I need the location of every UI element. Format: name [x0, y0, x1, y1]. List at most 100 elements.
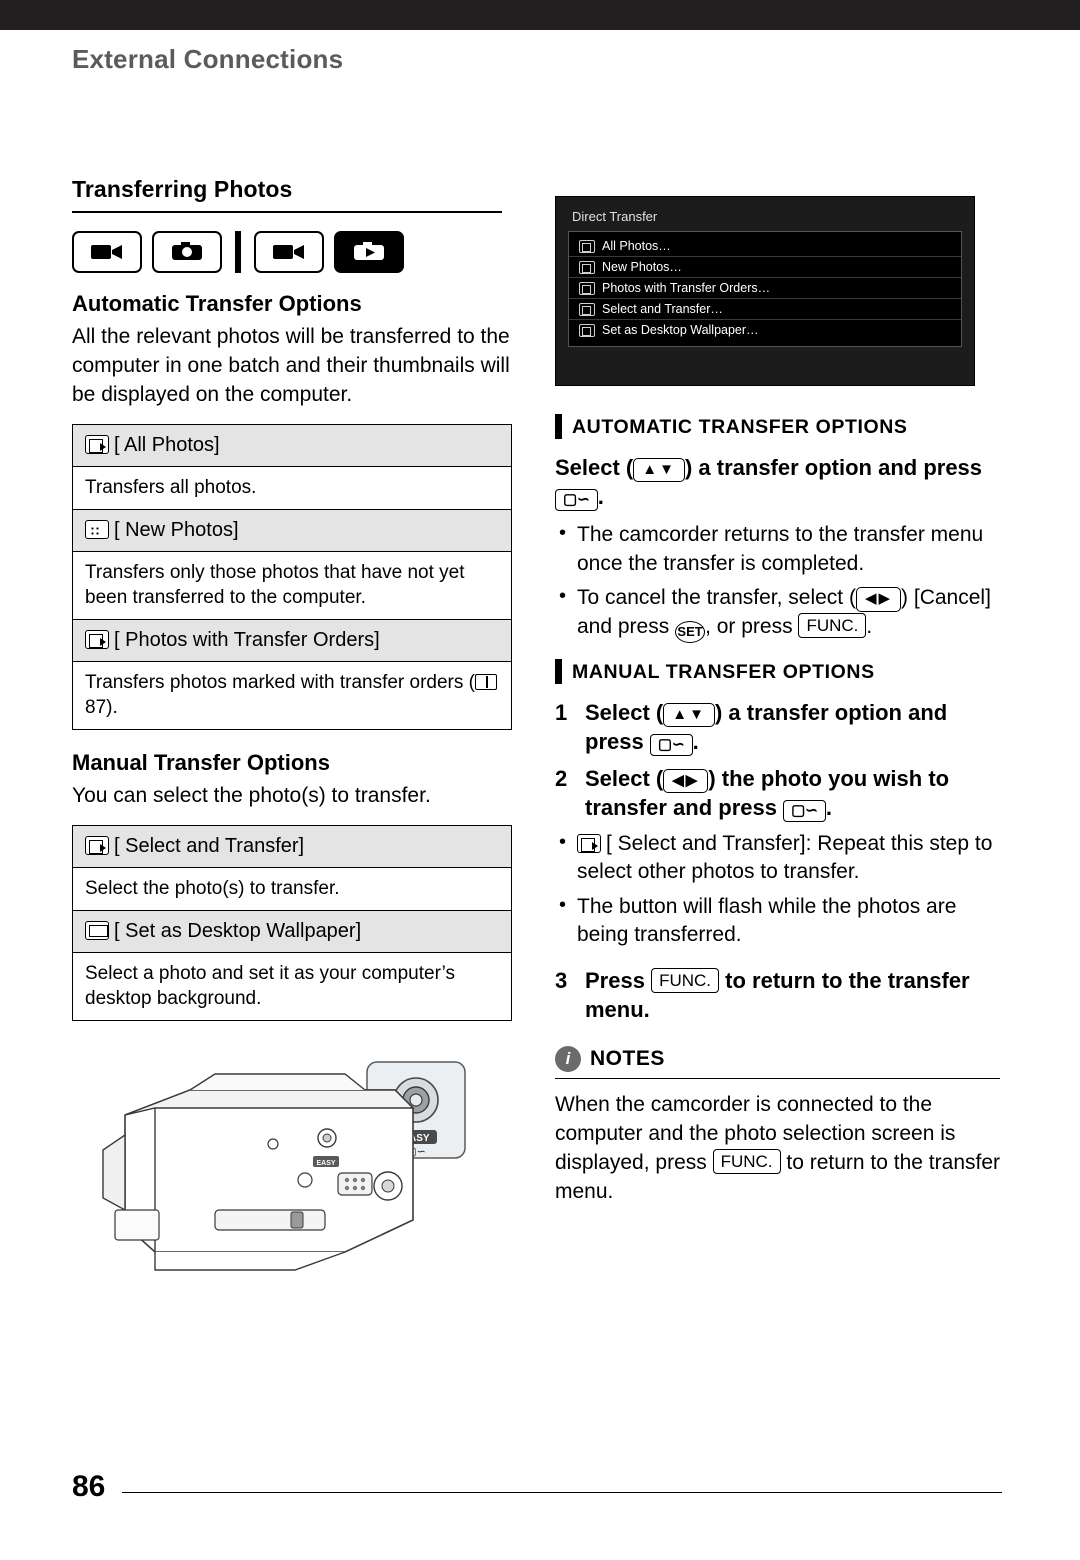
select-and-transfer-icon: [85, 836, 109, 856]
list-item: The camcorder returns to the transfer me…: [555, 520, 1000, 578]
option-desc: Transfers photos marked with transfer or…: [72, 660, 512, 731]
option-desc: Select the photo(s) to transfer.: [72, 867, 512, 911]
auto-instruction-suffix: ) a transfer option and press: [684, 455, 983, 480]
list-item: [ Select and Transfer]: Repeat this step…: [555, 829, 1000, 887]
automatic-transfer-options-heading: Automatic Transfer Options: [72, 291, 362, 316]
step-number: 1: [555, 699, 568, 725]
notes-rule: [555, 1078, 1000, 1080]
option-desc-text: Transfers photos marked with transfer or…: [85, 671, 475, 693]
option-label: [ Photos with Transfer Orders]: [114, 628, 380, 651]
list-item-text: The button will flash while the photos a…: [577, 894, 957, 947]
section-heading: AUTOMATIC TRANSFER OPTIONS: [572, 416, 908, 438]
menu-item-label: Select and Transfer…: [602, 302, 723, 316]
select-and-transfer-icon: [579, 302, 595, 316]
automatic-options-table: [ All Photos] Transfers all photos. [ Ne…: [72, 423, 512, 731]
manual-options-table: [ Select and Transfer] Select the photo(…: [72, 825, 512, 1022]
footer-rule: [122, 1492, 1002, 1493]
left-column: Transferring Photos Automatic Transfer O…: [72, 176, 512, 1041]
leftright-key-icon: ◀▶: [855, 587, 902, 612]
step-1: 1 Select (▲▼) a transfer option and pres…: [555, 699, 948, 756]
menu-item-label: Set as Desktop Wallpaper…: [602, 323, 759, 337]
table-row: [ All Photos]: [72, 423, 512, 467]
func-key-icon: FUNC.: [651, 968, 720, 994]
notes-header: i NOTES: [555, 1046, 1000, 1073]
step-3: 3 Press FUNC. to return to the transfer …: [555, 966, 1000, 1024]
automatic-transfer-options-section-head: AUTOMATIC TRANSFER OPTIONS: [555, 414, 1000, 439]
svg-text:EASY: EASY: [316, 1160, 335, 1167]
page-number: 86: [72, 1470, 106, 1503]
menu-item-select-and-transfer: Select and Transfer…: [569, 299, 961, 320]
list-item-text: [ Select and Transfer]: Repeat this step…: [577, 831, 993, 884]
option-label: [ Select and Transfer]: [114, 835, 305, 858]
print-share-key-icon: ▢∽: [649, 733, 693, 756]
option-label-cell: [ Set as Desktop Wallpaper]: [72, 909, 512, 953]
desktop-wallpaper-icon: [85, 920, 109, 940]
table-row: Transfers all photos.: [72, 465, 512, 510]
option-label-cell: [ Photos with Transfer Orders]: [72, 618, 512, 662]
select-and-transfer-icon: [577, 833, 601, 853]
cancel-text-end: , or press: [705, 614, 793, 638]
option-label: [ New Photos]: [114, 518, 239, 541]
top-black-bar: [0, 0, 1080, 30]
set-key-icon: SET: [675, 620, 706, 643]
right-column: Direct Transfer All Photos… New Photos… …: [555, 196, 1000, 1221]
section-bar: [555, 658, 562, 684]
movie-playback-icon: [254, 231, 324, 273]
table-row: [ Select and Transfer]: [72, 825, 512, 869]
manual-steps-list-cont: 3 Press FUNC. to return to the transfer …: [555, 966, 1000, 1024]
camcorder-illustration: EASY ▢∽ EASY: [95, 1060, 515, 1310]
manual-transfer-options-section-head: MANUAL TRANSFER OPTIONS: [555, 658, 1000, 684]
page-title: Transferring Photos: [72, 176, 293, 202]
func-key-icon: FUNC.: [798, 612, 867, 638]
step-number: 2: [555, 765, 568, 791]
manual-steps-list: 1 Select (▲▼) a transfer option and pres…: [555, 698, 1000, 822]
table-row: Select the photo(s) to transfer.: [72, 867, 512, 911]
screenshot-title: Direct Transfer: [572, 209, 658, 224]
notes-body: When the camcorder is connected to the c…: [555, 1091, 1000, 1207]
menu-item-transfer-orders: Photos with Transfer Orders…: [569, 278, 961, 299]
menu-item-label: New Photos…: [602, 260, 682, 274]
table-row: [ New Photos]: [72, 508, 512, 552]
new-photos-icon: [579, 260, 595, 274]
chapter-title: External Connections: [72, 44, 344, 74]
updown-key-icon: ▲▼: [663, 702, 715, 727]
option-label-cell: [ All Photos]: [72, 423, 512, 467]
leftright-key-icon: ◀▶: [663, 768, 709, 793]
transfer-orders-icon: [579, 281, 595, 295]
menu-item-label: Photos with Transfer Orders…: [602, 281, 771, 295]
option-desc: Transfers only those photos that have no…: [72, 550, 512, 620]
table-row: Transfers photos marked with transfer or…: [72, 660, 512, 731]
photo-camera-icon: [152, 231, 222, 273]
option-label-cell: [ Select and Transfer]: [72, 825, 512, 869]
all-photos-icon: [579, 239, 595, 253]
table-row: [ Photos with Transfer Orders]: [72, 618, 512, 662]
option-desc: Transfers all photos.: [72, 465, 512, 510]
direct-transfer-screenshot: Direct Transfer All Photos… New Photos… …: [555, 196, 975, 386]
all-photos-icon: [85, 434, 109, 454]
auto-bullet-list: The camcorder returns to the transfer me…: [555, 520, 1000, 643]
auto-instruction-prefix: Select (: [555, 455, 634, 480]
auto-instruction: Select (▲▼) a transfer option and press …: [555, 455, 983, 511]
step-2: 2 Select (◀▶) the photo you wish to tran…: [555, 765, 950, 822]
section-heading: MANUAL TRANSFER OPTIONS: [572, 660, 875, 683]
print-share-key-icon: ▢∽: [555, 489, 598, 511]
menu-item-desktop-wallpaper: Set as Desktop Wallpaper…: [569, 320, 961, 340]
step-text-prefix: Press: [585, 968, 645, 994]
cancel-text-prefix: To cancel the transfer, select (: [577, 586, 856, 610]
transfer-orders-icon: [85, 629, 109, 649]
table-row: Select a photo and set it as your comput…: [72, 951, 512, 1022]
screenshot-menu: All Photos… New Photos… Photos with Tran…: [568, 231, 962, 347]
photo-playback-icon: [334, 231, 404, 273]
list-item: To cancel the transfer, select (◀▶) [Can…: [555, 583, 1000, 643]
title-rule: [72, 211, 502, 213]
menu-item-new-photos: New Photos…: [569, 257, 961, 278]
automatic-transfer-options-body: All the relevant photos will be transfer…: [72, 325, 510, 406]
updown-key-icon: ▲▼: [633, 458, 685, 482]
table-row: Transfers only those photos that have no…: [72, 550, 512, 620]
manual-bullet-list: [ Select and Transfer]: Repeat this step…: [555, 829, 1000, 950]
notes-title: NOTES: [590, 1047, 665, 1071]
new-photos-icon: [85, 519, 109, 539]
step-text-prefix: Select (: [585, 765, 664, 791]
desktop-wallpaper-icon: [579, 323, 595, 337]
option-desc-page: 87).: [85, 697, 118, 719]
